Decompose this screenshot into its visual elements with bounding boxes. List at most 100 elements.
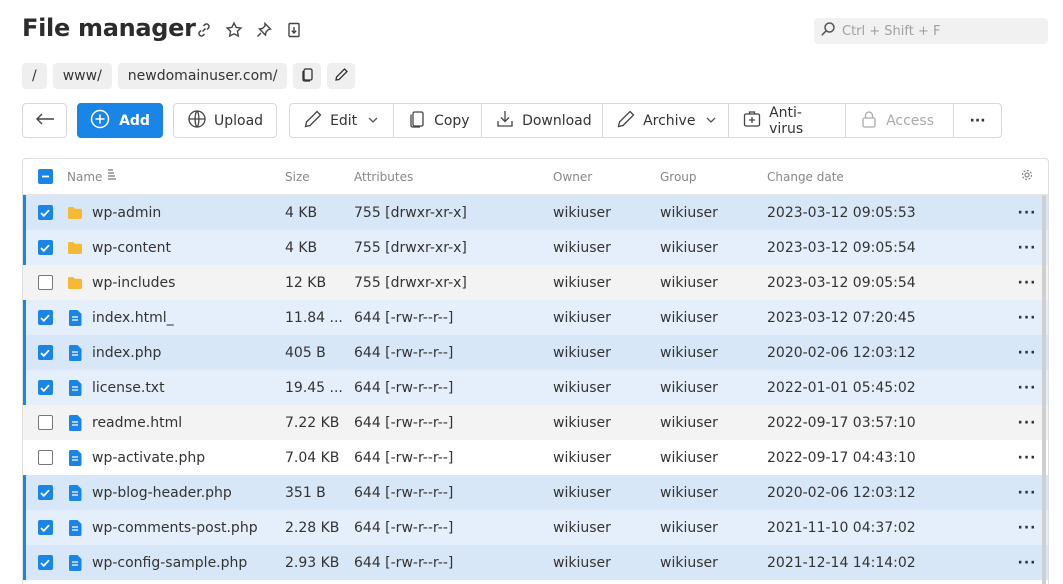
settings-gear-icon[interactable]: [1021, 169, 1033, 184]
file-owner: wikiuser: [553, 414, 611, 431]
column-attributes[interactable]: Attributes: [354, 170, 553, 184]
table-row[interactable]: index.php 405 B 644 [-rw-r--r--] wikiuser wi…: [23, 335, 1048, 370]
pin-icon[interactable]: [254, 20, 274, 40]
upload-button[interactable]: Upload: [173, 103, 278, 138]
selection-bar: [23, 230, 26, 265]
row-checkbox[interactable]: [37, 485, 53, 500]
copy-icon: [300, 67, 315, 86]
row-checkbox[interactable]: [37, 310, 53, 325]
file-name[interactable]: index.php: [92, 345, 161, 361]
breadcrumb-www[interactable]: www/: [52, 63, 112, 89]
file-change-date: 2023-03-12 09:05:54: [767, 274, 916, 291]
file-size: 7.22 KB: [285, 414, 340, 431]
row-checkbox[interactable]: [37, 555, 53, 570]
column-change-date[interactable]: Change date: [767, 170, 1012, 184]
more-dots-icon[interactable]: ···: [1018, 520, 1037, 536]
link-icon[interactable]: [194, 20, 214, 40]
folder-icon: [67, 241, 83, 255]
star-icon[interactable]: [224, 20, 244, 40]
add-button[interactable]: Add: [77, 103, 163, 138]
table-row[interactable]: wp-includes 12 KB 755 [drwxr-xr-x] wikiuser…: [23, 265, 1048, 300]
row-checkbox[interactable]: [37, 275, 53, 290]
table-row[interactable]: wp-activate.php 7.04 KB 644 [-rw-r--r--] wi…: [23, 440, 1048, 475]
row-checkbox[interactable]: [37, 450, 53, 465]
row-checkbox[interactable]: [37, 240, 53, 255]
row-checkbox[interactable]: [37, 205, 53, 220]
access-button[interactable]: Access: [845, 103, 954, 138]
sort-icon[interactable]: [106, 168, 118, 185]
more-dots-icon[interactable]: ···: [1018, 555, 1037, 571]
table-row[interactable]: wp-blog-header.php 351 B 644 [-rw-r--r--] w…: [23, 475, 1048, 510]
file-size: 4 KB: [285, 204, 318, 221]
file-owner: wikiuser: [553, 344, 611, 361]
select-all-checkbox[interactable]: [37, 169, 53, 184]
table-header: Name Size Attributes Owner Group Change …: [23, 159, 1048, 195]
file-icon: [67, 449, 83, 466]
file-name[interactable]: wp-content: [92, 240, 171, 256]
breadcrumb-root[interactable]: /: [22, 63, 47, 89]
more-dots-icon[interactable]: ···: [1018, 485, 1037, 501]
download-button[interactable]: Download: [481, 103, 603, 138]
more-dots-icon[interactable]: ···: [1018, 240, 1037, 256]
document-download-icon[interactable]: [284, 20, 304, 40]
row-checkbox[interactable]: [37, 380, 53, 395]
file-change-date: 2021-11-10 04:37:02: [767, 519, 916, 536]
column-owner[interactable]: Owner: [553, 170, 660, 184]
column-size[interactable]: Size: [285, 170, 354, 184]
table-row[interactable]: wp-config-sample.php 2.93 KB 644 [-rw-r--r…: [23, 545, 1048, 580]
row-checkbox[interactable]: [37, 345, 53, 360]
file-group: wikiuser: [660, 309, 718, 326]
search-input[interactable]: [842, 23, 1042, 39]
file-owner: wikiuser: [553, 274, 611, 291]
file-change-date: 2021-12-14 14:14:02: [767, 554, 916, 571]
file-name[interactable]: wp-config-sample.php: [92, 555, 247, 571]
search-icon: [820, 21, 836, 41]
more-dots-icon[interactable]: ···: [1018, 275, 1037, 291]
table-row[interactable]: wp-admin 4 KB 755 [drwxr-xr-x] wikiuser wiki…: [23, 195, 1048, 230]
file-name[interactable]: wp-activate.php: [92, 450, 205, 466]
file-name[interactable]: index.html_: [92, 310, 174, 326]
row-checkbox[interactable]: [37, 520, 53, 535]
more-actions-button[interactable]: ···: [953, 103, 1003, 138]
file-name[interactable]: wp-includes: [92, 275, 175, 291]
toolbar: Add Upload Edit Copy Download Archive An…: [22, 103, 1003, 138]
scrollbar[interactable]: [1042, 195, 1046, 584]
file-size: 405 B: [285, 344, 326, 361]
file-attributes: 644 [-rw-r--r--]: [354, 484, 454, 501]
search-box[interactable]: [814, 18, 1048, 44]
column-group[interactable]: Group: [660, 170, 767, 184]
table-row[interactable]: license.txt 19.45 ... 644 [-rw-r--r--] wiki…: [23, 370, 1048, 405]
file-table: Name Size Attributes Owner Group Change …: [22, 158, 1049, 584]
more-dots-icon[interactable]: ···: [1018, 450, 1037, 466]
copy-button[interactable]: Copy: [393, 103, 482, 138]
file-name[interactable]: license.txt: [92, 380, 165, 396]
file-name[interactable]: wp-admin: [92, 205, 161, 221]
edit-button[interactable]: Edit: [289, 103, 394, 138]
copy-path-button[interactable]: [293, 63, 322, 89]
file-name[interactable]: wp-blog-header.php: [92, 485, 232, 501]
table-row[interactable]: index.html_ 11.84 ... 644 [-rw-r--r--] wiki…: [23, 300, 1048, 335]
file-owner: wikiuser: [553, 484, 611, 501]
table-row[interactable]: readme.html 7.22 KB 644 [-rw-r--r--] wikius…: [23, 405, 1048, 440]
table-row[interactable]: wp-comments-post.php 2.28 KB 644 [-rw-r--r…: [23, 510, 1048, 545]
file-name[interactable]: readme.html: [92, 415, 182, 431]
breadcrumb-domain[interactable]: newdomainuser.com/: [117, 63, 288, 89]
table-row[interactable]: wp-content 4 KB 755 [drwxr-xr-x] wikiuser wi…: [23, 230, 1048, 265]
back-button[interactable]: [22, 103, 67, 138]
file-size: 4 KB: [285, 239, 318, 256]
more-dots-icon[interactable]: ···: [1018, 205, 1037, 221]
column-name[interactable]: Name: [67, 170, 102, 184]
more-dots-icon[interactable]: ···: [1018, 345, 1037, 361]
file-group: wikiuser: [660, 449, 718, 466]
edit-path-button[interactable]: [327, 63, 356, 89]
more-dots-icon[interactable]: ···: [1018, 310, 1037, 326]
file-name[interactable]: wp-comments-post.php: [92, 520, 258, 536]
archive-button[interactable]: Archive: [602, 103, 729, 138]
row-checkbox[interactable]: [37, 415, 53, 430]
file-icon: [67, 379, 83, 396]
antivirus-button[interactable]: Anti-virus: [728, 103, 846, 138]
more-dots-icon[interactable]: ···: [1018, 415, 1037, 431]
download-label: Download: [522, 112, 592, 129]
file-group: wikiuser: [660, 344, 718, 361]
more-dots-icon[interactable]: ···: [1018, 380, 1037, 396]
